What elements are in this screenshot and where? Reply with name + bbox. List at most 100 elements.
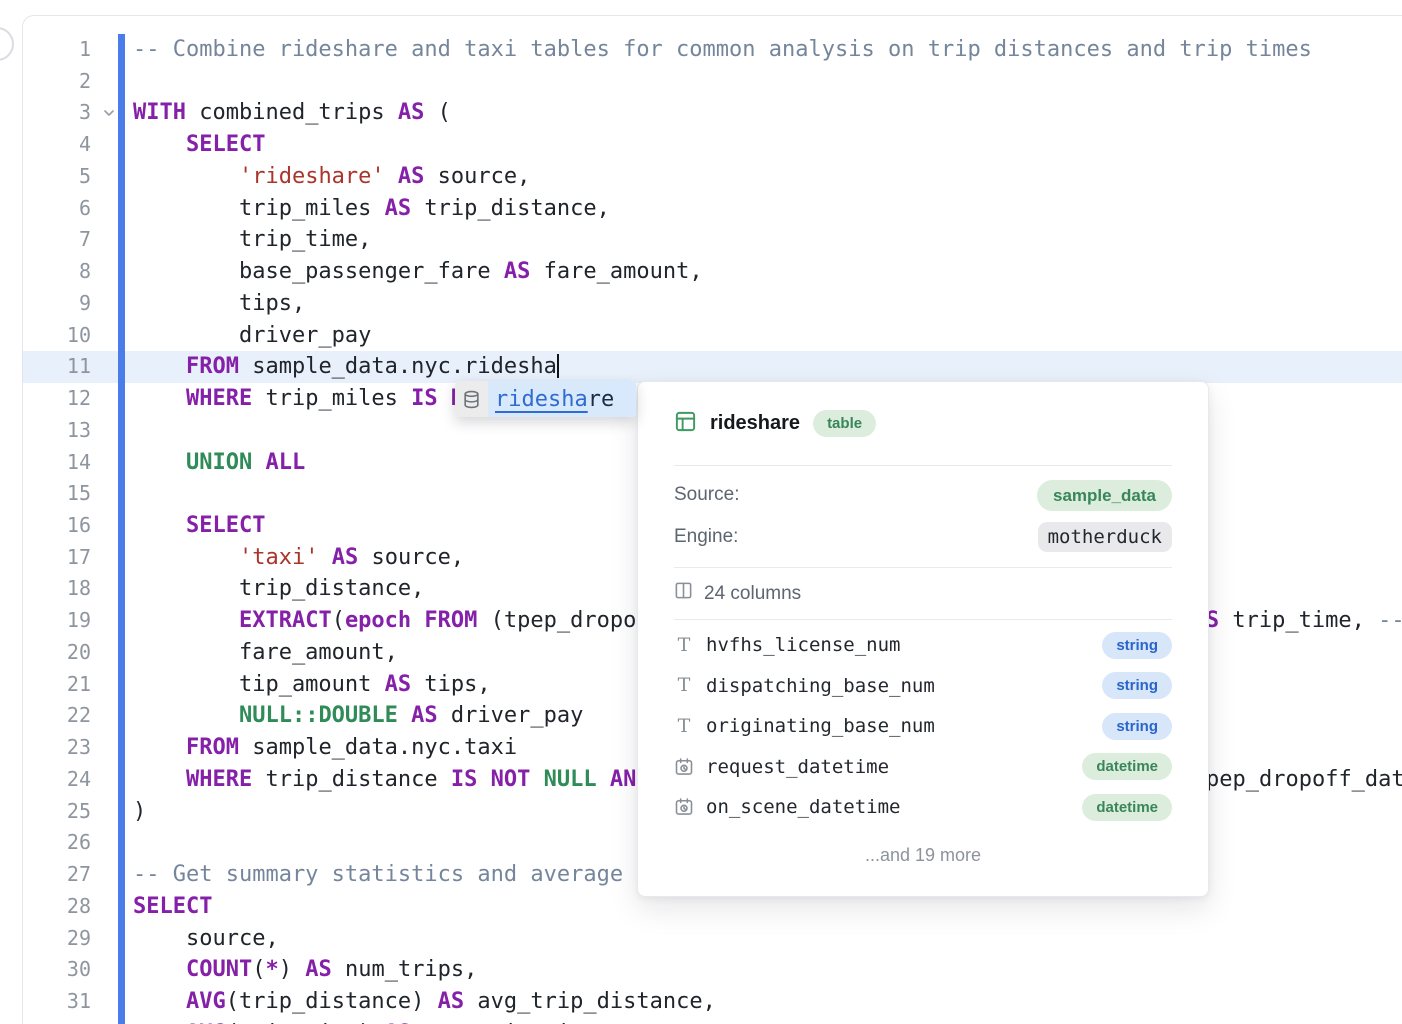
calendar-clock-icon [674, 797, 694, 817]
autocomplete-item-rideshare[interactable]: rideshare [488, 381, 636, 417]
line-number[interactable]: 13 [23, 415, 91, 447]
line-number[interactable]: 14 [23, 447, 91, 479]
column-name: on_scene_datetime [706, 796, 900, 818]
line-number[interactable]: 5 [23, 161, 91, 193]
code-line[interactable]: 31 AVG(trip_distance) AS avg_trip_distan… [23, 986, 1402, 1018]
line-number[interactable]: 31 [23, 986, 91, 1018]
fold-gutter [91, 573, 118, 605]
fold-gutter [91, 351, 118, 383]
line-number[interactable]: 32 [23, 1018, 91, 1024]
collapsed-side-button[interactable] [0, 27, 14, 61]
code-line[interactable]: 6 trip_miles AS trip_distance, [23, 193, 1402, 225]
line-number[interactable]: 26 [23, 827, 91, 859]
line-number[interactable]: 25 [23, 796, 91, 828]
line-number[interactable]: 2 [23, 66, 91, 98]
line-number[interactable]: 3 [23, 97, 91, 129]
table-info-header: rideshare table [674, 382, 1172, 465]
text-type-icon: T [674, 636, 694, 655]
code-text: AVG(trip_distance) AS avg_trip_distance, [125, 986, 716, 1018]
code-line[interactable]: 1-- Combine rideshare and taxi tables fo… [23, 34, 1402, 66]
code-text: fare_amount, [125, 637, 398, 669]
column-row: request_datetimedatetime [674, 747, 1172, 788]
gutter-change-bar [118, 573, 125, 605]
code-text: UNION ALL [125, 447, 305, 479]
line-number[interactable]: 24 [23, 764, 91, 796]
column-name: dispatching_base_num [706, 675, 935, 697]
fold-gutter [91, 256, 118, 288]
fold-gutter [91, 542, 118, 574]
text-type-icon: T [674, 717, 694, 736]
code-line[interactable]: 4 SELECT [23, 129, 1402, 161]
line-number[interactable]: 15 [23, 478, 91, 510]
code-line[interactable]: 11 FROM sample_data.nyc.ridesha [23, 351, 1402, 383]
fold-gutter [91, 986, 118, 1018]
code-line[interactable]: 3WITH combined_trips AS ( [23, 97, 1402, 129]
calendar-clock-icon [674, 757, 694, 777]
gutter-change-bar [118, 986, 125, 1018]
line-number[interactable]: 28 [23, 891, 91, 923]
line-number[interactable]: 29 [23, 923, 91, 955]
autocomplete-matched-text: ridesha [495, 387, 588, 412]
property-label: Engine: [674, 526, 738, 548]
gutter-change-bar [118, 478, 125, 510]
line-number[interactable]: 4 [23, 129, 91, 161]
line-number[interactable]: 20 [23, 637, 91, 669]
line-number[interactable]: 17 [23, 542, 91, 574]
line-number[interactable]: 12 [23, 383, 91, 415]
code-text: base_passenger_fare AS fare_amount, [125, 256, 703, 288]
gutter-change-bar [118, 732, 125, 764]
code-line[interactable]: 32 AVG(trip_time) AS avg_trip_time, [23, 1018, 1402, 1024]
code-line[interactable]: 10 driver_pay [23, 320, 1402, 352]
column-name: request_datetime [706, 756, 889, 778]
line-number[interactable]: 16 [23, 510, 91, 542]
code-text: SELECT [125, 510, 265, 542]
code-line[interactable]: 7 trip_time, [23, 224, 1402, 256]
code-line[interactable]: 29 source, [23, 923, 1402, 955]
column-name: hvfhs_license_num [706, 634, 900, 656]
gutter-change-bar [118, 415, 125, 447]
code-line[interactable]: 2 [23, 66, 1402, 98]
text-type-icon: T [674, 676, 694, 695]
line-number[interactable]: 22 [23, 700, 91, 732]
line-number[interactable]: 19 [23, 605, 91, 637]
line-number[interactable]: 9 [23, 288, 91, 320]
code-line[interactable]: 9 tips, [23, 288, 1402, 320]
fold-gutter [91, 891, 118, 923]
line-number[interactable]: 7 [23, 224, 91, 256]
gutter-change-bar [118, 351, 125, 383]
fold-gutter [91, 1018, 118, 1024]
line-number[interactable]: 6 [23, 193, 91, 225]
line-number[interactable]: 1 [23, 34, 91, 66]
line-number[interactable]: 27 [23, 859, 91, 891]
fold-gutter [91, 34, 118, 66]
column-row: Thvfhs_license_numstring [674, 625, 1172, 666]
line-number[interactable]: 11 [23, 351, 91, 383]
gutter-change-bar [118, 383, 125, 415]
gutter-change-bar [118, 796, 125, 828]
fold-chevron-down-icon[interactable] [91, 97, 118, 129]
property-value-badge: motherduck [1038, 522, 1172, 553]
line-number[interactable]: 21 [23, 669, 91, 701]
line-number[interactable]: 10 [23, 320, 91, 352]
line-number[interactable]: 8 [23, 256, 91, 288]
line-number[interactable]: 23 [23, 732, 91, 764]
column-row: Toriginating_base_numstring [674, 706, 1172, 747]
property-label: Source: [674, 484, 739, 506]
code-line[interactable]: 5 'rideshare' AS source, [23, 161, 1402, 193]
code-line[interactable]: 30 COUNT(*) AS num_trips, [23, 954, 1402, 986]
autocomplete-popup: rideshare [455, 381, 636, 417]
gutter-change-bar [118, 224, 125, 256]
gutter-change-bar [118, 510, 125, 542]
code-text: FROM sample_data.nyc.ridesha [125, 351, 557, 383]
gutter-change-bar [118, 700, 125, 732]
code-line[interactable]: 8 base_passenger_fare AS fare_amount, [23, 256, 1402, 288]
line-number[interactable]: 30 [23, 954, 91, 986]
code-text: 'rideshare' AS source, [125, 161, 530, 193]
fold-gutter [91, 510, 118, 542]
column-row: on_scene_datetimedatetime [674, 787, 1172, 828]
gutter-change-bar [118, 542, 125, 574]
code-text: trip_distance, [125, 573, 424, 605]
code-text: FROM sample_data.nyc.taxi [125, 732, 517, 764]
gutter-change-bar [118, 954, 125, 986]
line-number[interactable]: 18 [23, 573, 91, 605]
